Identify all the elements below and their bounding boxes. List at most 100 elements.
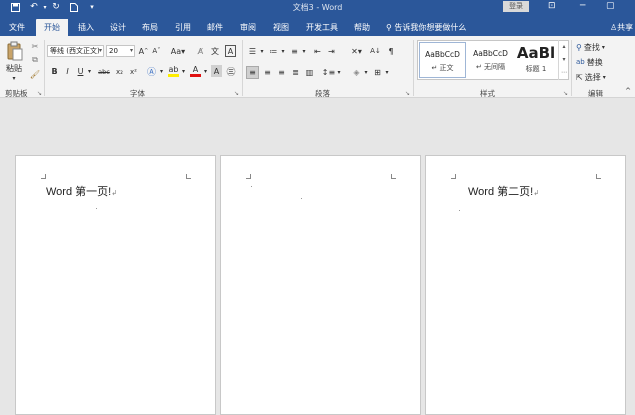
- font-launcher-icon[interactable]: ↘: [234, 90, 239, 97]
- page-3[interactable]: Word 第二页!↲: [425, 155, 626, 415]
- tab-mailings[interactable]: 邮件: [201, 19, 229, 36]
- magnifier-icon: ⚲: [576, 42, 582, 52]
- multilevel-dropdown-icon[interactable]: ▾: [301, 45, 307, 57]
- sort-icon[interactable]: A↓: [370, 45, 381, 57]
- highlight-dropdown-icon[interactable]: ▾: [180, 66, 187, 77]
- italic-button[interactable]: I: [63, 66, 72, 77]
- bullets-dropdown-icon[interactable]: ▾: [259, 45, 265, 57]
- clipboard-launcher-icon[interactable]: ↘: [37, 90, 42, 97]
- paragraph-launcher-icon[interactable]: ↘: [405, 90, 410, 97]
- styles-launcher-icon[interactable]: ↘: [563, 90, 568, 97]
- highlight-icon[interactable]: ab: [168, 65, 179, 77]
- show-marks-icon[interactable]: ¶: [386, 45, 396, 57]
- style-normal[interactable]: AaBbCcD ↵ 正文: [419, 42, 466, 78]
- enclose-characters-icon[interactable]: ㊂: [225, 65, 237, 78]
- replace-label: 替换: [586, 57, 603, 67]
- chinese-layout-icon[interactable]: ✕▾: [350, 45, 363, 57]
- copy-icon[interactable]: ⧉: [30, 55, 40, 65]
- line-spacing-dropdown-icon[interactable]: ▾: [336, 66, 342, 78]
- page-2[interactable]: [220, 155, 421, 415]
- group-separator: [44, 40, 45, 96]
- font-name-select[interactable]: 等线 (西文正文) ▾: [47, 45, 104, 57]
- style-no-spacing[interactable]: AaBbCcD ↵ 无间隔: [467, 42, 514, 78]
- scroll-up-icon[interactable]: ▴: [559, 40, 569, 53]
- minimize-icon[interactable]: ─: [580, 1, 585, 11]
- font-color-icon[interactable]: A: [190, 65, 201, 77]
- decrease-indent-icon[interactable]: ⇤: [312, 45, 323, 57]
- character-shading-icon[interactable]: A: [211, 65, 222, 77]
- change-case-icon[interactable]: Aa▾: [170, 45, 186, 57]
- tab-help[interactable]: 帮助: [348, 19, 376, 36]
- distributed-icon[interactable]: ▥: [304, 66, 315, 78]
- page-1[interactable]: Word 第一页!↲: [15, 155, 216, 415]
- tab-file[interactable]: 文件: [2, 19, 32, 36]
- tab-references[interactable]: 引用: [169, 19, 197, 36]
- tab-insert[interactable]: 插入: [72, 19, 100, 36]
- tab-view[interactable]: 视图: [266, 19, 296, 36]
- tell-me-search[interactable]: ⚲ 告诉我你想要做什么: [386, 19, 466, 36]
- underline-button[interactable]: U: [76, 66, 85, 77]
- font-color-dropdown-icon[interactable]: ▾: [202, 66, 209, 77]
- text-mark: [251, 186, 252, 187]
- ribbon-display-options-icon[interactable]: ⊡: [548, 1, 556, 11]
- format-painter-icon[interactable]: 🖌: [30, 69, 40, 79]
- paste-dropdown-icon[interactable]: ▾: [10, 74, 18, 82]
- style-heading-1[interactable]: AaBl 标题 1: [515, 42, 557, 78]
- tab-developer[interactable]: 开发工具: [301, 19, 343, 36]
- chevron-down-icon: ▾: [602, 73, 606, 81]
- borders-dropdown-icon[interactable]: ▾: [384, 66, 390, 78]
- tab-home[interactable]: 开始: [36, 19, 68, 36]
- tab-review[interactable]: 审阅: [234, 19, 262, 36]
- cut-icon[interactable]: ✂: [30, 41, 40, 51]
- style-name: ↵ 正文: [431, 64, 454, 72]
- paste-button[interactable]: 粘贴: [3, 63, 25, 73]
- align-center-icon[interactable]: ≡: [262, 66, 273, 78]
- character-border-icon[interactable]: A: [225, 45, 236, 57]
- phonetic-guide-icon[interactable]: 文: [210, 45, 220, 57]
- text-effects-icon[interactable]: Ⓐ: [146, 65, 157, 78]
- ribbon-home: 粘贴 ▾ ✂ ⧉ 🖌 剪贴板 ↘ 等线 (西文正文) ▾ 20 ▾ A ^ Aˇ Aa…: [0, 36, 635, 98]
- restore-icon[interactable]: ▢: [606, 1, 615, 11]
- group-separator: [242, 40, 243, 96]
- select-button[interactable]: ⇱ 选择 ▾: [576, 71, 606, 83]
- replace-button[interactable]: ab 替换: [576, 56, 603, 68]
- more-styles-icon[interactable]: ⋯: [559, 66, 569, 79]
- styles-scroll[interactable]: ▴ ▾ ⋯: [558, 40, 569, 80]
- margin-corner: [391, 174, 396, 179]
- multilevel-list-icon[interactable]: ≡: [289, 45, 300, 57]
- numbering-dropdown-icon[interactable]: ▾: [280, 45, 286, 57]
- collapse-ribbon-icon[interactable]: ^: [624, 87, 632, 95]
- bold-button[interactable]: B: [50, 66, 59, 77]
- style-sample: AaBbCcD: [425, 50, 460, 59]
- line-spacing-icon[interactable]: ↕≡: [322, 66, 335, 78]
- find-label: 查找: [583, 42, 600, 52]
- tab-layout[interactable]: 布局: [136, 19, 164, 36]
- borders-icon[interactable]: ⊞: [372, 66, 383, 78]
- clear-formatting-icon[interactable]: A̸: [195, 45, 206, 57]
- grow-font-icon[interactable]: A ^: [138, 45, 149, 57]
- share-button[interactable]: ♙共享: [610, 19, 633, 36]
- shading-icon[interactable]: ◈: [351, 66, 362, 78]
- shrink-font-icon[interactable]: Aˇ: [151, 45, 162, 57]
- subscript-button[interactable]: x₂: [114, 66, 125, 77]
- find-button[interactable]: ⚲ 查找 ▾: [576, 41, 605, 53]
- numbering-icon[interactable]: ≔: [268, 45, 279, 57]
- strikethrough-button[interactable]: abc: [97, 66, 111, 77]
- bullets-icon[interactable]: ☰: [247, 45, 258, 57]
- login-button[interactable]: 登录: [503, 1, 529, 12]
- scroll-down-icon[interactable]: ▾: [559, 53, 569, 66]
- text-mark: [459, 210, 460, 211]
- align-left-icon[interactable]: ≡: [246, 66, 259, 79]
- shading-dropdown-icon[interactable]: ▾: [363, 66, 369, 78]
- style-sample: AaBbCcD: [473, 49, 508, 58]
- align-right-icon[interactable]: ≡: [276, 66, 287, 78]
- increase-indent-icon[interactable]: ⇥: [326, 45, 337, 57]
- paste-icon[interactable]: [6, 40, 24, 62]
- text-effects-dropdown-icon[interactable]: ▾: [158, 66, 165, 77]
- underline-dropdown-icon[interactable]: ▾: [86, 66, 93, 77]
- tab-design[interactable]: 设计: [104, 19, 132, 36]
- text-mark: [96, 208, 97, 209]
- font-size-select[interactable]: 20 ▾: [106, 45, 135, 57]
- justify-icon[interactable]: ≣: [290, 66, 301, 78]
- superscript-button[interactable]: x²: [128, 66, 139, 77]
